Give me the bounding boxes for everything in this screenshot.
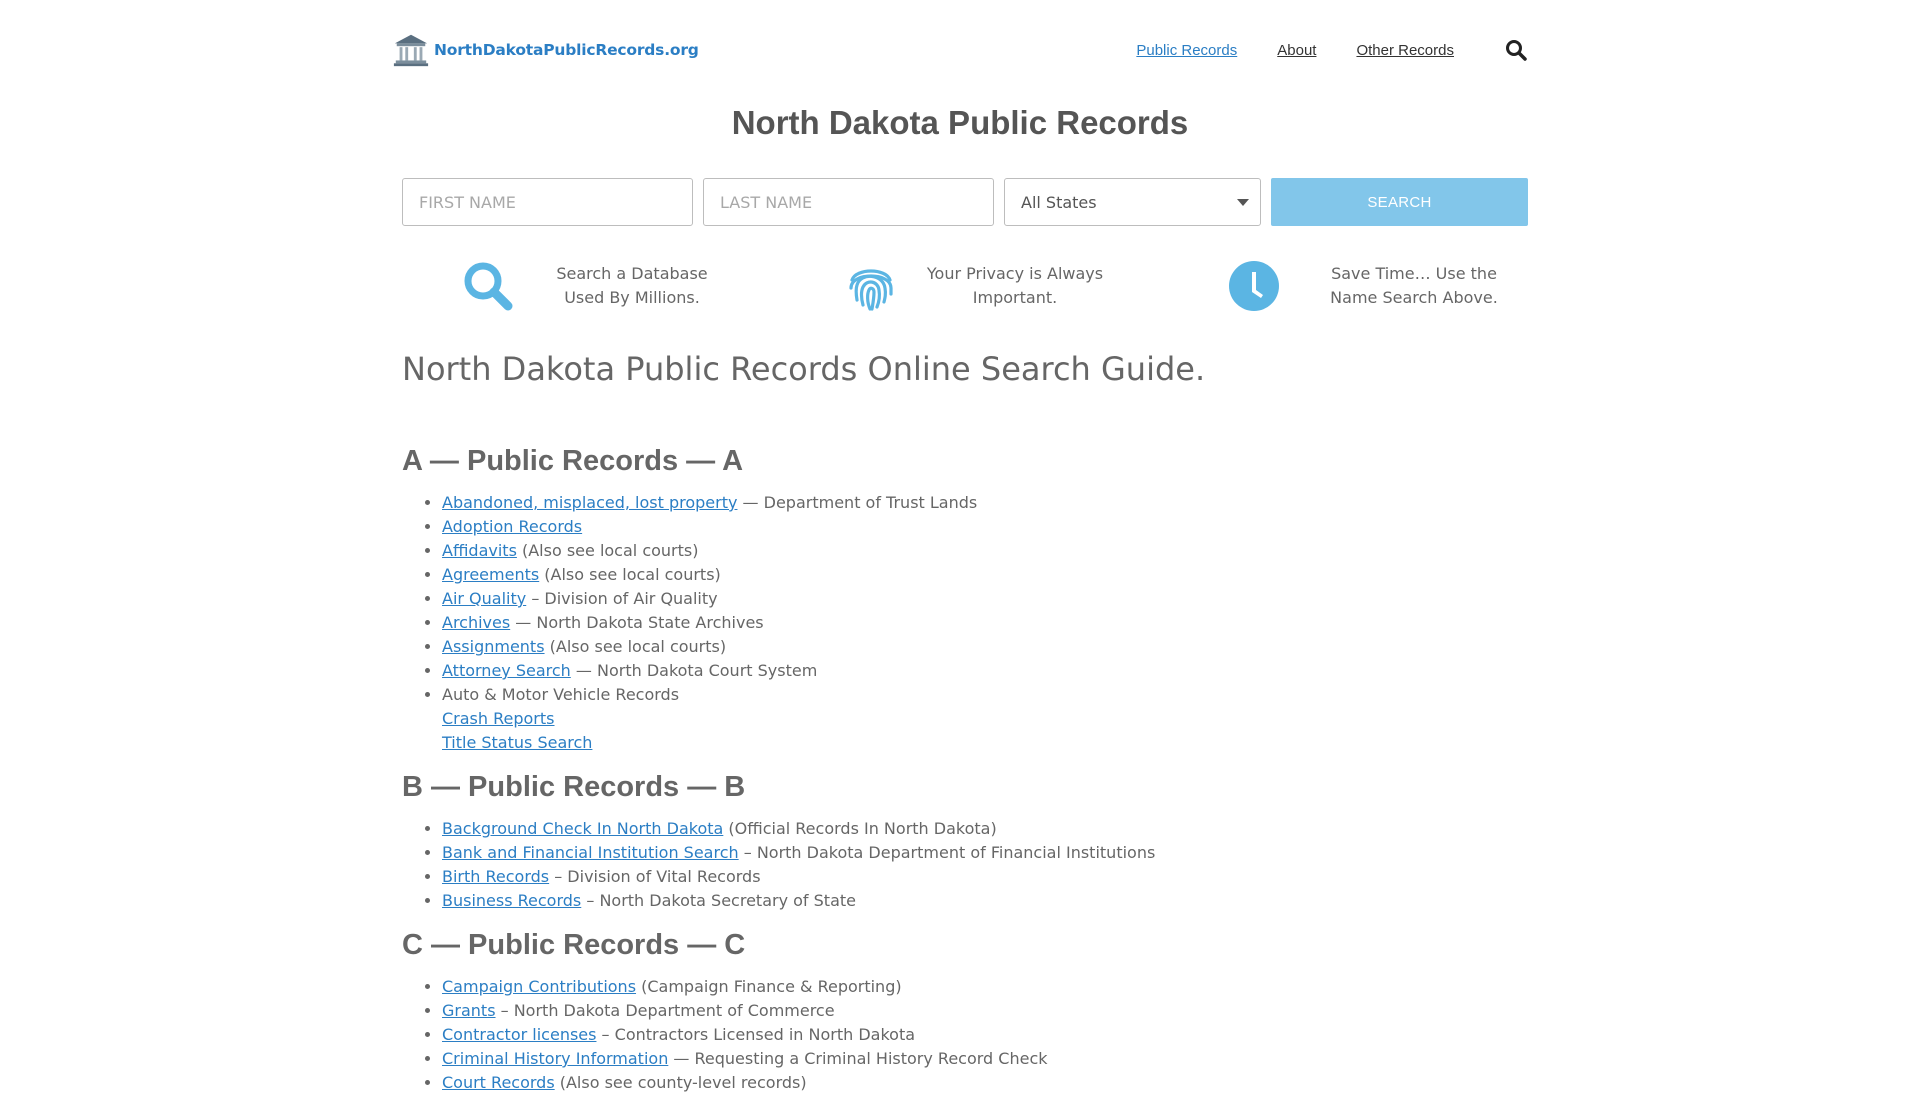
record-description: (Campaign Finance & Reporting)	[636, 977, 902, 996]
record-description: (Official Records In North Dakota)	[723, 819, 997, 838]
courthouse-icon	[393, 34, 429, 67]
feature-text-line2: Important.	[972, 288, 1058, 307]
list-item: Adoption Records	[442, 515, 1528, 539]
features-row: Search a Database Used By Millions. Your…	[402, 258, 1528, 322]
record-link[interactable]: Criminal History Information	[442, 1049, 668, 1068]
record-link[interactable]: Contractor licenses	[442, 1025, 596, 1044]
feature-text-line2: Name Search Above.	[1330, 288, 1498, 307]
record-link[interactable]: Affidavits	[442, 541, 517, 560]
record-link[interactable]: Attorney Search	[442, 661, 571, 680]
list-item: Attorney Search — North Dakota Court Sys…	[442, 659, 1528, 683]
record-description: — North Dakota Court System	[570, 661, 818, 680]
list-item: Affidavits (Also see local courts)	[442, 539, 1528, 563]
feature-text-line1: Save Time… Use the	[1331, 264, 1497, 283]
site-logo[interactable]: NorthDakotaPublicRecords.org	[392, 30, 699, 70]
first-name-input[interactable]	[402, 178, 693, 226]
search-icon	[464, 262, 513, 311]
nav-public-records[interactable]: Public Records	[1136, 42, 1237, 59]
record-description: (Also see local courts)	[539, 565, 721, 584]
record-link[interactable]: Adoption Records	[442, 517, 582, 536]
nav-about[interactable]: About	[1277, 42, 1316, 59]
record-list: Background Check In North Dakota (Offici…	[402, 817, 1528, 913]
record-description: – North Dakota Department of Financial I…	[738, 843, 1156, 862]
list-item: Bank and Financial Institution Search – …	[442, 841, 1528, 865]
site-header: NorthDakotaPublicRecords.org Public Reco…	[392, 28, 1528, 72]
list-item: Abandoned, misplaced, lost property — De…	[442, 491, 1528, 515]
feature-text-line2: Used By Millions.	[564, 288, 700, 307]
record-link[interactable]: Background Check In North Dakota	[442, 819, 723, 838]
record-description: Auto & Motor Vehicle Records	[442, 685, 680, 704]
last-name-input[interactable]	[703, 178, 994, 226]
record-list: Campaign Contributions (Campaign Finance…	[402, 975, 1528, 1095]
section-title: B — Public Records — B	[402, 771, 746, 803]
record-link[interactable]: Birth Records	[442, 867, 549, 886]
record-sublink[interactable]: Title Status Search	[442, 731, 1528, 755]
feature-text-line1: Search a Database	[556, 264, 708, 283]
record-link[interactable]: Abandoned, misplaced, lost property	[442, 493, 737, 512]
section-title: C — Public Records — C	[402, 929, 746, 961]
page-title: North Dakota Public Records	[731, 104, 1189, 141]
record-link[interactable]: Agreements	[442, 565, 539, 584]
feature-save-time: Save Time… Use the Name Search Above.	[1168, 258, 1528, 322]
record-description: (Also see local courts)	[544, 637, 727, 656]
list-item: Campaign Contributions (Campaign Finance…	[442, 975, 1528, 999]
record-sublink[interactable]: Crash Reports	[442, 707, 1528, 731]
feature-text-line1: Your Privacy is Always	[926, 264, 1104, 283]
list-item: Background Check In North Dakota (Offici…	[442, 817, 1528, 841]
feature-privacy: Your Privacy is Always Important.	[785, 258, 1160, 322]
record-sections: A — Public Records — A Abandoned, misplac…	[402, 441, 1528, 1095]
records-guide: North Dakota Public Records Online Searc…	[402, 345, 1528, 1107]
clock-icon	[1229, 261, 1279, 311]
record-link[interactable]: Assignments	[442, 637, 545, 656]
list-item: Birth Records – Division of Vital Record…	[442, 865, 1528, 889]
list-item: Archives — North Dakota State Archives	[442, 611, 1528, 635]
list-item: Court Records (Also see county-level rec…	[442, 1071, 1528, 1095]
list-item: Criminal History Information — Requestin…	[442, 1047, 1528, 1071]
nav-other-records[interactable]: Other Records	[1356, 42, 1454, 59]
chevron-down-icon	[1237, 199, 1249, 206]
state-select-value: All States	[1004, 178, 1261, 226]
record-link[interactable]: Campaign Contributions	[442, 977, 636, 996]
logo-text: NorthDakotaPublicRecords.org	[434, 41, 699, 59]
record-description: – North Dakota Department of Commerce	[495, 1001, 835, 1020]
state-select[interactable]: All States	[1004, 178, 1261, 226]
record-description: – North Dakota Secretary of State	[581, 891, 856, 910]
feature-database: Search a Database Used By Millions.	[402, 258, 777, 322]
search-button[interactable]: SEARCH	[1271, 178, 1528, 226]
record-description: – Contractors Licensed in North Dakota	[596, 1025, 916, 1044]
list-item: Air Quality – Division of Air Quality	[442, 587, 1528, 611]
list-item: Auto & Motor Vehicle Records Crash Report…	[442, 683, 1528, 755]
record-link[interactable]: Court Records	[442, 1073, 555, 1092]
list-item: Business Records – North Dakota Secretar…	[442, 889, 1528, 913]
section-title: A — Public Records — A	[402, 445, 744, 477]
record-link[interactable]: Bank and Financial Institution Search	[442, 843, 739, 862]
record-list: Abandoned, misplaced, lost property — De…	[402, 491, 1528, 755]
list-item: Contractor licenses – Contractors Licens…	[442, 1023, 1528, 1047]
record-link[interactable]: Business Records	[442, 891, 581, 910]
record-description: (Also see county-level records)	[554, 1073, 807, 1092]
list-item: Grants – North Dakota Department of Comm…	[442, 999, 1528, 1023]
search-icon[interactable]	[1504, 38, 1528, 62]
record-description: – Division of Air Quality	[526, 589, 718, 608]
fingerprint-icon	[849, 269, 893, 311]
record-link[interactable]: Air Quality	[442, 589, 526, 608]
record-description: – Division of Vital Records	[549, 867, 761, 886]
list-item: Assignments (Also see local courts)	[442, 635, 1528, 659]
record-link[interactable]: Archives	[442, 613, 510, 632]
record-description: (Also see local courts)	[516, 541, 699, 560]
guide-title: North Dakota Public Records Online Searc…	[402, 350, 1206, 388]
record-description: — Department of Trust Lands	[737, 493, 978, 512]
record-link[interactable]: Grants	[442, 1001, 496, 1020]
record-description: — North Dakota State Archives	[510, 613, 764, 632]
record-description: — Requesting a Criminal History Record C…	[668, 1049, 1048, 1068]
main-nav: Public Records About Other Records	[1096, 28, 1528, 72]
list-item: Agreements (Also see local courts)	[442, 563, 1528, 587]
name-search-form: All States SEARCH	[402, 178, 1528, 226]
